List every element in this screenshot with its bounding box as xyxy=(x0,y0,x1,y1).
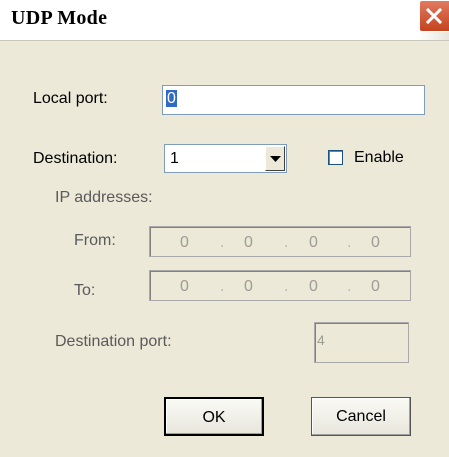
destination-port-label: Destination port: xyxy=(55,333,172,350)
to-octet-3: 0 xyxy=(309,278,318,295)
destination-port-value: 4 xyxy=(317,332,325,348)
from-octet-4: 0 xyxy=(371,234,380,251)
destination-port-input[interactable]: 4 xyxy=(314,322,409,363)
close-icon xyxy=(425,7,443,25)
to-octet-4: 0 xyxy=(371,278,380,295)
from-octet-2: 0 xyxy=(244,234,253,251)
dropdown-button[interactable] xyxy=(265,146,285,171)
cancel-button-label: Cancel xyxy=(336,408,386,425)
enable-label: Enable xyxy=(354,149,404,166)
local-port-value: 0 xyxy=(166,90,177,107)
from-octet-1: 0 xyxy=(180,234,189,251)
chevron-down-icon xyxy=(270,156,281,162)
destination-label: Destination: xyxy=(33,150,118,167)
local-port-input[interactable]: 0 xyxy=(162,85,425,115)
enable-checkbox[interactable] xyxy=(328,150,343,165)
from-dot-1: . xyxy=(220,234,225,251)
ip-addresses-label: IP addresses: xyxy=(55,189,153,206)
to-dot-2: . xyxy=(284,278,289,295)
from-octet-3: 0 xyxy=(309,234,318,251)
from-label: From: xyxy=(74,232,116,249)
from-dot-2: . xyxy=(284,234,289,251)
to-dot-3: . xyxy=(347,278,352,295)
to-ip-field[interactable]: 0 . 0 . 0 . 0 xyxy=(149,270,411,301)
to-dot-1: . xyxy=(220,278,225,295)
from-dot-3: . xyxy=(347,234,352,251)
destination-select[interactable]: 1 xyxy=(164,144,287,173)
destination-value: 1 xyxy=(170,150,179,167)
ok-button-label: OK xyxy=(202,409,226,426)
dialog-client-area: Local port: 0 Destination: 1 Enable IP a… xyxy=(0,41,449,457)
from-ip-field[interactable]: 0 . 0 . 0 . 0 xyxy=(149,226,411,257)
close-button[interactable] xyxy=(419,0,449,32)
cancel-button[interactable]: Cancel xyxy=(311,397,411,436)
to-label: To: xyxy=(74,282,96,299)
local-port-label: Local port: xyxy=(33,90,108,107)
window-title: UDP Mode xyxy=(11,7,108,29)
title-bar[interactable]: UDP Mode xyxy=(0,0,449,41)
to-octet-2: 0 xyxy=(244,278,253,295)
to-octet-1: 0 xyxy=(180,278,189,295)
ok-button[interactable]: OK xyxy=(164,397,264,436)
